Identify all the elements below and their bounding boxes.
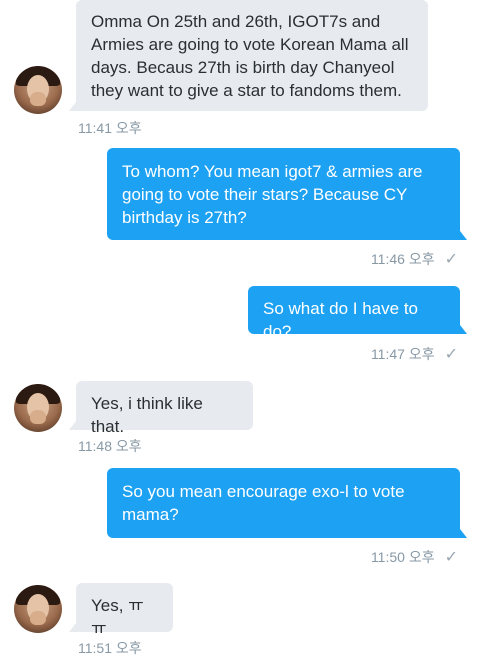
checkmark-icon: ✓	[444, 346, 458, 363]
message-timestamp: 11:51 오후	[78, 640, 142, 656]
message-bubble-outgoing: So you mean encourage exo-l to vote mama…	[107, 468, 467, 538]
checkmark-icon: ✓	[444, 549, 458, 566]
checkmark-icon: ✓	[444, 251, 458, 268]
message-text: So what do I have to do?	[263, 299, 418, 341]
message-bubble-outgoing: So what do I have to do?	[248, 286, 467, 341]
message-timestamp: 11:50 오후 ✓	[370, 549, 458, 566]
avatar[interactable]	[14, 384, 62, 432]
avatar[interactable]	[14, 585, 62, 633]
message-text: Yes, i think like that.	[91, 394, 203, 436]
message-text: So you mean encourage exo-l to vote mama…	[122, 482, 405, 524]
message-bubble-outgoing: To whom? You mean igot7 & armies are goi…	[107, 148, 467, 240]
message-bubble-incoming: Yes, ㅠㅠ	[69, 583, 173, 638]
avatar[interactable]	[14, 66, 62, 114]
message-timestamp: 11:47 오후 ✓	[370, 346, 458, 363]
message-timestamp: 11:41 오후	[78, 120, 142, 136]
message-bubble-incoming: Yes, i think like that.	[69, 381, 253, 436]
message-text: Omma On 25th and 26th, IGOT7s and Armies…	[91, 12, 409, 100]
message-timestamp: 11:48 오후	[78, 438, 142, 454]
message-bubble-incoming: Omma On 25th and 26th, IGOT7s and Armies…	[69, 0, 428, 111]
message-text: To whom? You mean igot7 & armies are goi…	[122, 162, 423, 227]
message-text: Yes, ㅠㅠ	[91, 596, 144, 638]
message-timestamp: 11:46 오후 ✓	[370, 251, 458, 268]
